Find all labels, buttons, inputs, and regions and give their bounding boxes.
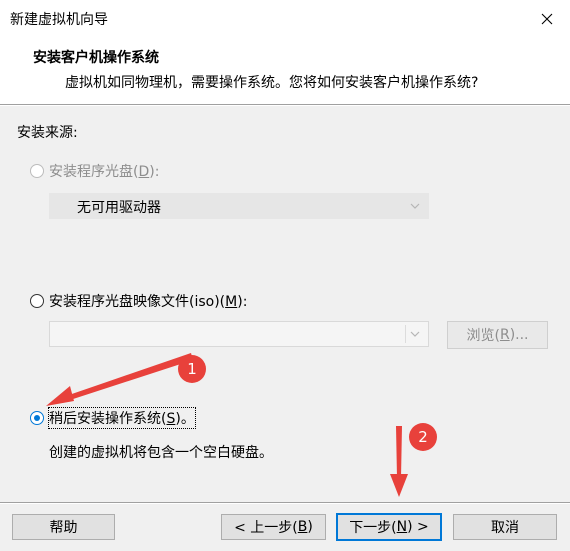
back-button[interactable]: < 上一步(B)	[221, 514, 326, 540]
browse-text: 浏览(	[466, 328, 500, 344]
chevron-down-icon	[410, 203, 420, 209]
iso-path-combo[interactable]	[49, 321, 429, 347]
radio-install-iso[interactable]	[30, 294, 44, 308]
help-label: 帮助	[49, 520, 78, 536]
combo-divider	[405, 325, 406, 343]
install-later-label: 稍后安装操作系统(S)。	[48, 407, 196, 429]
footer-divider-highlight	[0, 503, 570, 504]
page-subtitle: 虚拟机如同物理机，需要操作系统。您将如何安装客户机操作系统?	[65, 75, 479, 91]
annotation-arrow-1	[46, 353, 193, 406]
disc-drive-value: 无可用驱动器	[77, 200, 161, 216]
install-iso-accesskey: M	[225, 294, 238, 310]
install-later-tail: )。	[175, 411, 195, 427]
browse-tail: )...	[509, 327, 529, 343]
disc-drive-combo[interactable]: 无可用驱动器	[49, 193, 429, 219]
chevron-down-icon	[410, 331, 420, 337]
install-source-label: 安装来源:	[17, 125, 78, 141]
header-divider-highlight	[0, 105, 570, 106]
install-iso-text: 安装程序光盘映像文件(iso)(	[49, 294, 226, 310]
radio-install-disc[interactable]	[30, 164, 44, 178]
cancel-label: 取消	[491, 520, 519, 536]
window-title: 新建虚拟机向导	[10, 12, 108, 28]
next-button[interactable]: 下一步(N) >	[336, 513, 442, 541]
install-disc-tail: ):	[149, 164, 160, 180]
help-button[interactable]: 帮助	[12, 514, 115, 540]
install-iso-label: 安装程序光盘映像文件(iso)(M):	[49, 291, 247, 311]
back-text: < 上一步(	[234, 520, 298, 536]
radio-install-later[interactable]	[30, 411, 44, 425]
annotation-arrow-2	[390, 426, 408, 497]
install-later-text: 稍后安装操作系统(	[49, 411, 167, 427]
browse-button[interactable]: 浏览(R)...	[447, 321, 548, 349]
wizard-header: 安装客户机操作系统 虚拟机如同物理机，需要操作系统。您将如何安装客户机操作系统?	[0, 38, 570, 104]
cancel-button[interactable]: 取消	[453, 514, 557, 540]
back-tail: )	[307, 519, 313, 535]
next-accesskey: N	[396, 519, 408, 535]
install-disc-accesskey: D	[138, 164, 150, 180]
close-button[interactable]	[524, 0, 570, 38]
annotation-badge-1: 1	[178, 355, 206, 383]
page-title: 安装客户机操作系统	[33, 50, 159, 66]
title-bar: 新建虚拟机向导	[0, 0, 570, 38]
close-icon	[541, 13, 553, 25]
install-iso-tail: ):	[237, 294, 248, 310]
next-text: 下一步(	[349, 520, 397, 536]
annotation-badge-2: 2	[409, 423, 437, 451]
back-accesskey: B	[297, 519, 308, 535]
next-tail: ) >	[407, 519, 429, 535]
install-disc-text: 安装程序光盘(	[49, 164, 139, 180]
install-disc-label: 安装程序光盘(D):	[49, 161, 159, 181]
browse-accesskey: R	[499, 327, 510, 343]
install-later-description: 创建的虚拟机将包含一个空白硬盘。	[49, 445, 273, 461]
